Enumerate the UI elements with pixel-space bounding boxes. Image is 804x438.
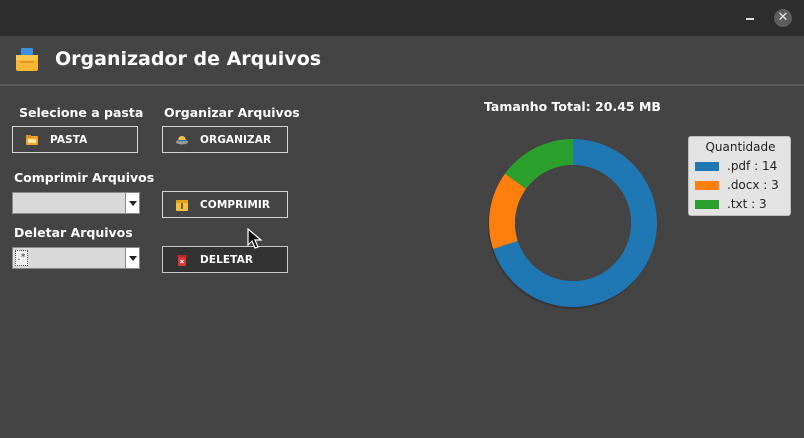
chevron-down-icon[interactable] [125,248,139,268]
legend-item-txt: .txt : 3 [695,196,767,212]
compress-label: Comprimir Arquivos [14,170,155,185]
trash-icon [177,254,187,266]
folder-stack-icon [16,48,38,71]
total-size-label: Tamanho Total: 20.45 MB [484,99,661,114]
app-title: Organizador de Arquivos [55,48,322,70]
minimize-icon[interactable] [746,18,754,20]
compress-button[interactable]: COMPRIMIR [162,191,288,218]
mouse-cursor-icon [247,228,263,249]
legend-text: .docx : 3 [727,178,779,192]
donut-hole [515,165,631,281]
organize-label: Organizar Arquivos [164,105,300,120]
legend-text: .txt : 3 [727,197,767,211]
legend-swatch [695,199,719,209]
delete-select-value: .* [15,250,28,266]
delete-button[interactable]: DELETAR [162,246,288,273]
hat-icon [176,135,188,144]
archive-icon [176,199,188,211]
file-type-donut-chart [488,139,657,309]
delete-button-label: DELETAR [200,253,254,266]
legend-item-pdf: .pdf : 14 [695,158,777,174]
legend-swatch [695,180,719,190]
compress-select[interactable] [12,192,140,214]
main-window: Organizador de Arquivos Selecione a past… [0,36,804,438]
header-divider [0,84,804,86]
organize-button-label: ORGANIZAR [200,133,272,146]
window-titlebar: ✕ [0,0,804,36]
select-folder-label: Selecione a pasta [19,105,144,120]
close-icon[interactable]: ✕ [774,9,792,27]
chevron-down-icon[interactable] [125,193,139,213]
legend-text: .pdf : 14 [727,159,778,173]
chart-legend: Quantidade .pdf : 14 .docx : 3 .txt : 3 [688,136,791,216]
compress-button-label: COMPRIMIR [200,198,271,211]
legend-swatch [695,161,719,171]
legend-title: Quantidade [705,140,776,154]
app-header: Organizador de Arquivos [0,36,804,84]
folder-button-label: PASTA [50,133,88,146]
organize-button[interactable]: ORGANIZAR [162,126,288,153]
folder-button[interactable]: PASTA [12,126,138,153]
delete-select[interactable]: .* [12,247,140,269]
delete-label: Deletar Arquivos [14,225,133,240]
folder-icon [26,134,38,145]
legend-item-docx: .docx : 3 [695,177,779,193]
